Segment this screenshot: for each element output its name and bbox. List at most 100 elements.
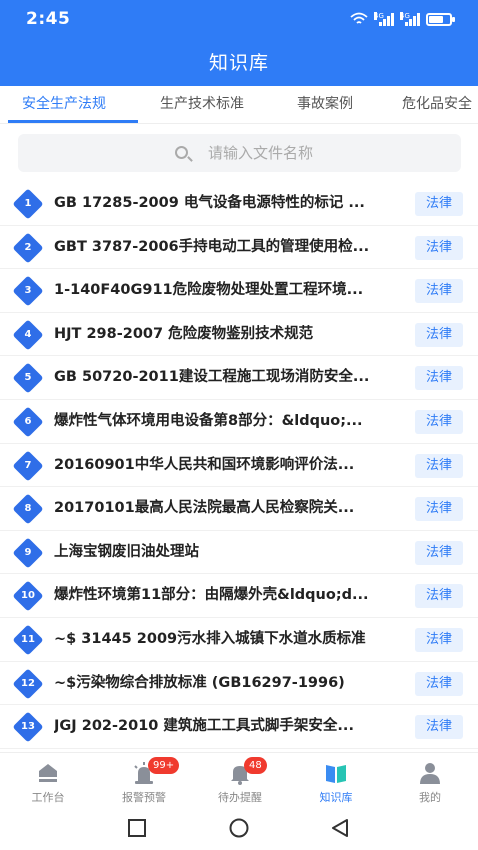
list-item[interactable]: 10 爆炸性环境第11部分：由隔爆外壳&ldquo;d... 法律 — [0, 574, 478, 618]
nav-workbench[interactable]: 工作台 — [0, 753, 96, 808]
item-category-tag: 法律 — [415, 671, 463, 696]
item-number-badge: 1 — [12, 188, 44, 220]
item-category-tag: 法律 — [415, 715, 463, 740]
list-item[interactable]: 4 HJT 298-2007 危险废物鉴别技术规范 法律 — [0, 313, 478, 357]
nav-alarm[interactable]: 99+ 报警预警 — [96, 753, 192, 808]
network-type-1: 4G — [374, 12, 384, 20]
list-item[interactable]: 9 上海宝钢废旧油处理站 法律 — [0, 531, 478, 575]
item-category-tag: 法律 — [415, 235, 463, 260]
item-number: 13 — [21, 721, 35, 733]
item-title: JGJ 202-2010 建筑施工工具式脚手架安全... — [54, 718, 354, 735]
list-item[interactable]: 7 20160901中华人民共和国环境影响评价法... 法律 — [0, 444, 478, 488]
item-number: 6 — [24, 415, 32, 427]
list-item[interactable]: 2 GBT 3787-2006手持电动工具的管理使用检... 法律 — [0, 226, 478, 270]
category-tabs: 安全生产法规 生产技术标准 事故案例 危化品安全 — [0, 86, 478, 124]
document-list: 1 GB 17285-2009 电气设备电源特性的标记 ... 法律 2 GBT 378… — [0, 182, 478, 749]
item-title: HJT 298-2007 危险废物鉴别技术规范 — [54, 325, 314, 342]
wifi-icon — [350, 12, 368, 24]
list-item[interactable]: 13 JGJ 202-2010 建筑施工工具式脚手架安全... 法律 — [0, 705, 478, 749]
tab-hazardous-chemicals[interactable]: 危化品安全 — [402, 86, 472, 123]
nav-mine-label: 我的 — [419, 791, 441, 804]
item-number: 3 — [24, 285, 32, 297]
network-type-2: 4G — [400, 12, 410, 20]
item-category-tag: 法律 — [415, 279, 463, 304]
item-number-badge: 8 — [12, 493, 44, 525]
item-category-tag: 法律 — [415, 540, 463, 565]
item-number: 10 — [21, 590, 35, 602]
list-item[interactable]: 11 ~$ 31445 2009污水排入城镇下水道水质标准 法律 — [0, 618, 478, 662]
back-icon[interactable] — [331, 819, 349, 837]
list-item[interactable]: 8 20170101最高人民法院最高人民检察院关... 法律 — [0, 487, 478, 531]
item-number-badge: 4 — [12, 319, 44, 351]
nav-mine[interactable]: 我的 — [382, 753, 478, 808]
tab-accident-cases[interactable]: 事故案例 — [297, 86, 353, 123]
list-item[interactable]: 5 GB 50720-2011建设工程施工现场消防安全... 法律 — [0, 356, 478, 400]
book-icon — [326, 765, 346, 783]
system-nav-bar — [0, 807, 478, 850]
status-icons: 4G 4G — [350, 10, 455, 28]
item-category-tag: 法律 — [415, 584, 463, 609]
item-number-badge: 12 — [12, 667, 44, 700]
nav-todo[interactable]: 48 待办提醒 — [192, 753, 288, 808]
item-number-badge: 7 — [12, 450, 44, 482]
item-title: 1-140F40G911危险废物处理处置工程环境... — [54, 282, 364, 299]
item-category-tag: 法律 — [415, 627, 463, 652]
nav-knowledge-base-label: 知识库 — [319, 791, 353, 804]
item-category-tag: 法律 — [415, 497, 463, 522]
user-icon — [420, 763, 440, 784]
search-input[interactable] — [208, 134, 448, 172]
item-number-badge: 5 — [12, 362, 44, 394]
nav-workbench-label: 工作台 — [31, 791, 65, 804]
item-number: 1 — [24, 198, 32, 209]
bottom-nav: 工作台 99+ 报警预警 48 待办提醒 知识库 我的 — [0, 752, 478, 807]
list-item[interactable]: 12 ~$污染物综合排放标准 (GB16297-1996) 法律 — [0, 662, 478, 706]
item-title: 20160901中华人民共和国环境影响评价法... — [54, 456, 355, 473]
item-title: 爆炸性气体环境用电设备第8部分：&ldquo;... — [54, 412, 363, 429]
item-number-badge: 10 — [12, 580, 44, 612]
todo-badge: 48 — [244, 757, 267, 774]
item-title: ~$污染物综合排放标准 (GB16297-1996) — [54, 674, 345, 691]
item-number-badge: 13 — [12, 711, 44, 743]
item-number: 7 — [24, 459, 32, 471]
item-number: 12 — [21, 677, 35, 689]
tab-safety-regulations[interactable]: 安全生产法规 — [22, 86, 106, 123]
recent-apps-icon[interactable] — [128, 819, 146, 837]
list-item[interactable]: 6 爆炸性气体环境用电设备第8部分：&ldquo;... 法律 — [0, 400, 478, 444]
search-icon — [175, 146, 188, 159]
item-number-badge: 9 — [12, 537, 44, 569]
item-category-tag: 法律 — [415, 409, 463, 434]
item-category-tag: 法律 — [415, 192, 463, 216]
app-header: 2:45 4G 4G 知识库 — [0, 0, 478, 86]
nav-todo-label: 待办提醒 — [218, 791, 262, 804]
item-category-tag: 法律 — [415, 453, 463, 478]
item-title: 20170101最高人民法院最高人民检察院关... — [54, 500, 355, 517]
nav-knowledge-base[interactable]: 知识库 — [288, 753, 384, 808]
list-item[interactable]: 1 GB 17285-2009 电气设备电源特性的标记 ... 法律 — [0, 182, 478, 226]
item-number: 2 — [24, 241, 32, 253]
item-category-tag: 法律 — [415, 366, 463, 391]
status-bar: 2:45 4G 4G — [0, 0, 478, 38]
list-item[interactable]: 3 1-140F40G911危险废物处理处置工程环境... 法律 — [0, 269, 478, 313]
nav-alarm-label: 报警预警 — [122, 791, 166, 804]
item-number: 5 — [24, 372, 32, 384]
signal-icon: 4G — [374, 12, 394, 26]
item-number-badge: 2 — [12, 232, 44, 264]
item-number: 4 — [24, 328, 32, 340]
item-category-tag: 法律 — [415, 322, 463, 347]
item-title: GBT 3787-2006手持电动工具的管理使用检... — [54, 238, 370, 255]
item-number-badge: 3 — [12, 275, 44, 307]
status-time: 2:45 — [26, 9, 71, 29]
battery-icon — [426, 12, 455, 26]
item-title: GB 17285-2009 电气设备电源特性的标记 ... — [54, 195, 365, 211]
search-bar[interactable] — [18, 134, 461, 172]
alarm-badge: 99+ — [148, 757, 180, 774]
item-title: 爆炸性环境第11部分：由隔爆外壳&ldquo;d... — [54, 587, 369, 604]
page-title: 知识库 — [208, 52, 269, 74]
item-title: 上海宝钢废旧油处理站 — [54, 543, 199, 560]
tab-technical-standards[interactable]: 生产技术标准 — [160, 86, 244, 123]
item-number: 11 — [21, 633, 35, 645]
item-title: ~$ 31445 2009污水排入城镇下水道水质标准 — [54, 630, 366, 647]
item-title: GB 50720-2011建设工程施工现场消防安全... — [54, 369, 370, 386]
signal-icon-2: 4G — [400, 12, 420, 26]
home-icon[interactable] — [229, 818, 249, 838]
